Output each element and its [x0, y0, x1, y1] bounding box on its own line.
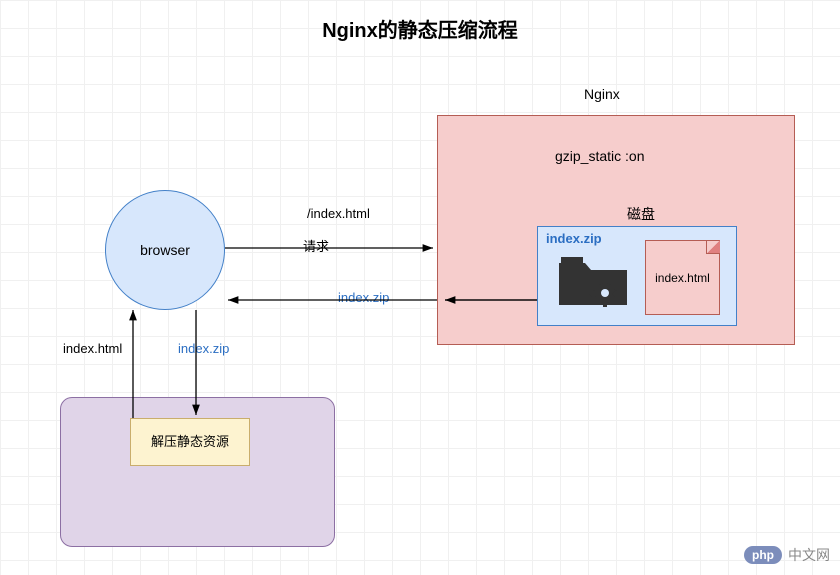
file-label: index.html — [655, 271, 710, 285]
nginx-label: Nginx — [584, 86, 620, 102]
zip-filename-label: index.zip — [546, 231, 602, 246]
response-zip-label: index.zip — [338, 290, 389, 305]
disk-label: 磁盘 — [627, 204, 655, 224]
gzip-static-label: gzip_static :on — [555, 148, 645, 164]
php-badge: php — [744, 546, 782, 564]
up-arrow-label: index.html — [63, 341, 122, 356]
down-arrow-label: index.zip — [178, 341, 229, 356]
index-html-file: index.html — [645, 240, 720, 315]
watermark-text: 中文网 — [788, 545, 830, 565]
diagram-title: Nginx的静态压缩流程 — [0, 14, 840, 43]
decompress-label: 解压静态资源 — [151, 434, 229, 450]
request-text-label: 请求 — [303, 236, 329, 255]
file-corner-icon — [706, 240, 720, 254]
watermark: php 中文网 — [744, 545, 830, 565]
browser-node: browser — [105, 190, 225, 310]
folder-gear-icon — [557, 255, 629, 310]
browser-label: browser — [140, 242, 190, 258]
decompress-box: 解压静态资源 — [130, 418, 250, 466]
request-path-label: /index.html — [307, 206, 370, 221]
